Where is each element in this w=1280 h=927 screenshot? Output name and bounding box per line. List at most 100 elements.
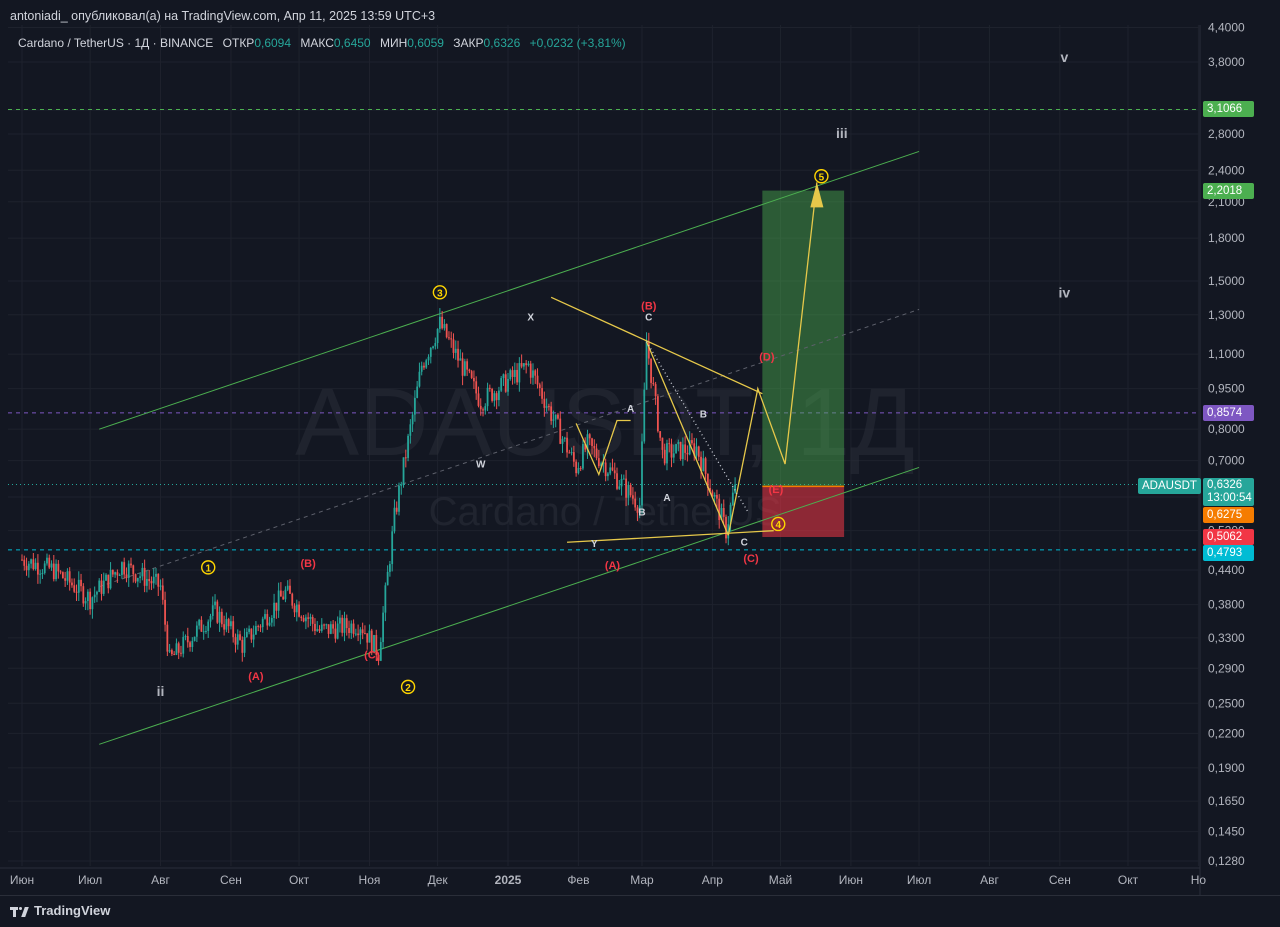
low-value: 0,6059 [407,36,444,50]
candle-body [177,643,180,653]
candle-body [193,636,196,641]
candle-body [207,621,210,631]
y-tick-label: 0,7000 [1208,454,1245,468]
candle-body [114,572,117,575]
candle-body [279,590,282,597]
candle-body [236,634,239,645]
purple-level-badge: 0,8574 [1203,405,1254,421]
candle-body [323,624,325,626]
candle-body [164,599,166,625]
candle-body [277,590,280,611]
x-tick-label: Окт [289,873,310,887]
candle-body [293,605,296,613]
candle-body [645,341,648,390]
candle-body [570,452,573,454]
wave-ii-label: ii [157,683,165,699]
candle-body [155,573,157,577]
candle-body [704,458,707,474]
candle-body [116,572,119,576]
wave-2-label: 2 [405,683,411,694]
candle-body [668,443,671,445]
candle-body [148,578,151,582]
candle-body [661,437,664,450]
stop-badge: 0,5062 [1203,529,1254,545]
candle-body [400,484,403,486]
candle-body [198,619,201,626]
candle-body [393,507,396,532]
y-tick-label: 0,9500 [1208,382,1245,396]
candle-body [325,624,328,626]
candle-body [354,633,357,635]
candle-body [632,495,634,499]
candle-body [595,448,598,459]
x-tick-label: Ноя [359,873,381,887]
candle-body [211,605,214,616]
y-tick-label: 0,1450 [1208,825,1245,839]
candle-body [93,594,96,598]
x-tick-label: Май [769,873,793,887]
chart[interactable]: ADAUSDT, 1ДCardano / TetherUS 12345iiiii… [0,0,1280,926]
candle-body [609,467,612,474]
candle-body [55,563,57,580]
candle-body [457,348,459,361]
candle-body [520,363,523,367]
candle-body [582,444,584,469]
candle-body [459,358,462,361]
candle-body [134,574,137,582]
y-tick-label: 0,8000 [1208,422,1245,436]
candle-body [495,393,498,401]
candle-body [320,624,323,631]
candle-body [96,591,98,595]
candle-body [23,559,26,566]
candle-body [441,316,444,329]
candle-body [127,563,130,578]
publish-header: antoniadi_ опубликовал(а) на TradingView… [10,9,436,23]
wave-C-white-2: C [741,538,748,549]
candle-body [286,585,289,590]
high-label: МАКС [300,36,334,50]
candle-body [309,616,312,619]
candle-body [73,585,76,592]
candle-body [470,371,473,378]
y-tick-label: 1,1000 [1208,347,1245,361]
candle-body [454,348,457,353]
y-tick-label: 0,1280 [1208,854,1245,868]
candle-body [25,565,28,571]
candle-body [248,628,251,632]
x-tick-label: Июн [10,873,34,887]
candle-body [257,626,260,628]
candle-body [36,562,39,575]
candle-body [420,365,423,372]
candle-body [46,557,48,564]
legend-symbol[interactable]: Cardano / TetherUS · 1Д · BINANCE [18,36,213,50]
candle-body [64,578,67,581]
y-tick-label: 2,4000 [1208,163,1245,177]
tradingview-logo[interactable]: TradingView [10,903,110,918]
candle-body [102,580,105,594]
candle-body [261,618,264,628]
candle-body [327,624,330,634]
wave-D-red: (D) [759,352,775,364]
candle-body [491,388,494,401]
candle-body [295,604,298,613]
candle-body [452,339,455,353]
candle-body [409,424,412,436]
candle-body [21,559,23,561]
candle-body [468,369,471,372]
candle-body [268,622,271,626]
wave-B-white-1: B [638,507,645,518]
candle-body [239,634,241,640]
wave-B-red-2: (B) [641,300,657,312]
x-tick-label: Июн [839,873,863,887]
candle-body [275,602,278,611]
candle-body [398,485,400,512]
candle-body [284,589,287,600]
candle-body [479,405,482,410]
candle-body [350,623,353,633]
wave-C-white-1: C [645,312,652,323]
candle-body [121,562,123,575]
candle-body [259,626,262,628]
candle-body [209,615,212,622]
wave-C-red-2: (C) [743,553,759,565]
candle-body [538,384,541,389]
